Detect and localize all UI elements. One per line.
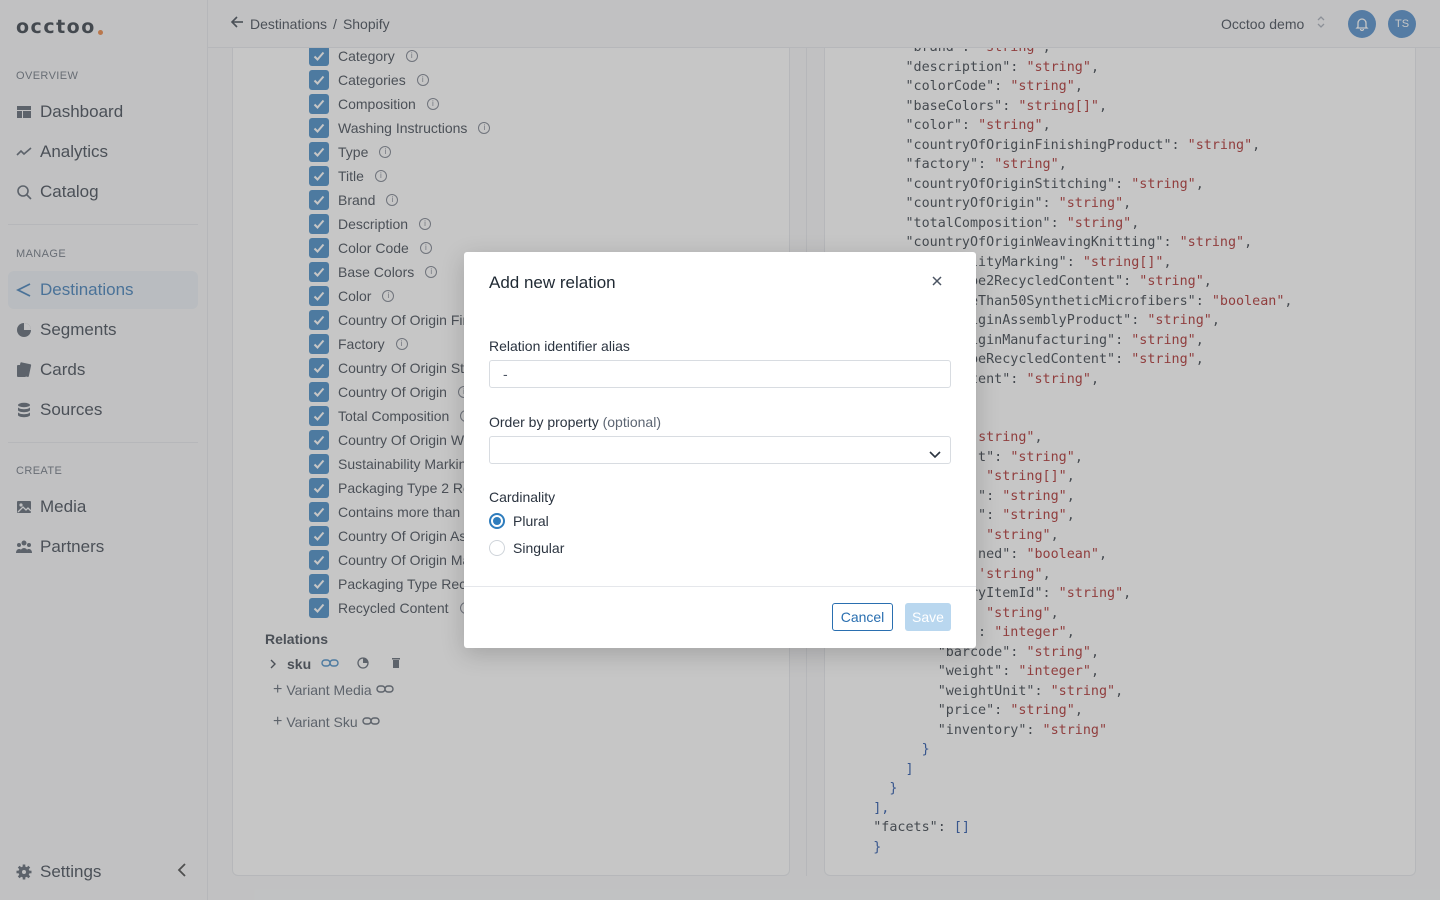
chevron-down-icon	[928, 443, 942, 469]
order-label: Order by property (optional)	[489, 414, 661, 430]
order-label-text: Order by property	[489, 414, 599, 430]
radio-singular[interactable]: Singular	[489, 540, 564, 556]
close-icon[interactable]	[928, 272, 946, 290]
alias-label: Relation identifier alias	[489, 338, 630, 354]
cancel-button[interactable]: Cancel	[832, 603, 893, 631]
add-relation-modal: Add new relation Relation identifier ali…	[464, 252, 976, 648]
cardinality-label: Cardinality	[489, 489, 556, 505]
optional-hint: (optional)	[602, 414, 661, 430]
radio-plural-label: Plural	[513, 513, 549, 529]
modal-footer-divider	[464, 586, 976, 587]
alias-input[interactable]: -	[489, 360, 951, 388]
radio-plural[interactable]: Plural	[489, 513, 549, 529]
order-by-select[interactable]	[489, 436, 951, 464]
save-button[interactable]: Save	[905, 603, 951, 631]
radio-plural-circle[interactable]	[489, 513, 505, 529]
radio-singular-label: Singular	[513, 540, 565, 556]
radio-singular-circle[interactable]	[489, 540, 505, 556]
modal-title: Add new relation	[489, 273, 616, 292]
